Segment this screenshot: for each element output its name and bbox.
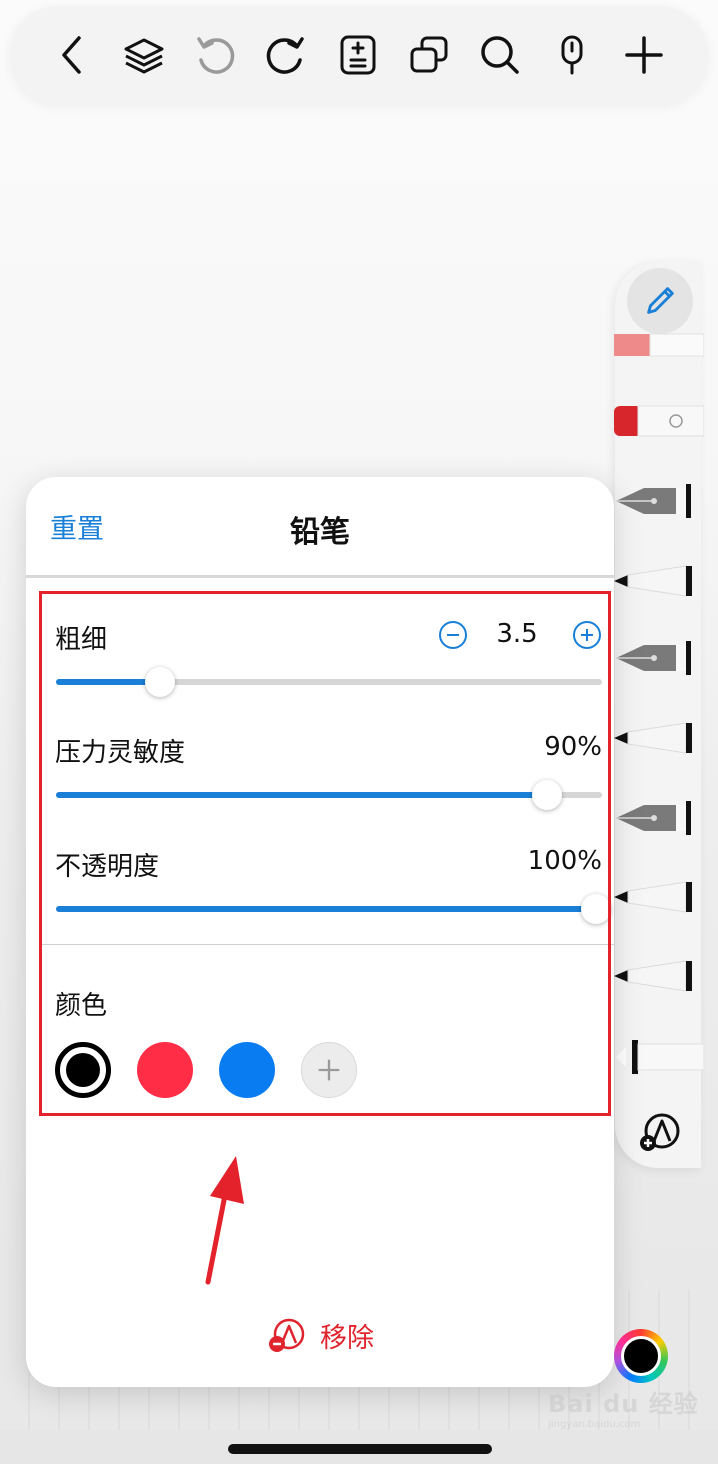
plus-icon <box>625 36 663 74</box>
microphone-icon <box>561 35 583 75</box>
top-toolbar <box>10 6 708 104</box>
redo-button[interactable] <box>253 22 319 88</box>
panel-header: 重置 铅笔 <box>26 477 614 578</box>
undo-button[interactable] <box>182 22 248 88</box>
fountain-pen-tool-1[interactable] <box>614 480 704 522</box>
eraser-tool[interactable] <box>614 400 705 442</box>
watermark: Bai du 经验 jingyan.baidu.com <box>548 1390 699 1430</box>
remove-tool-icon <box>269 1318 305 1352</box>
pencil-tool-selected[interactable] <box>627 268 693 334</box>
eraser-icon <box>614 405 705 437</box>
pencil-icon <box>616 1040 705 1074</box>
back-button[interactable] <box>40 22 106 88</box>
ballpoint-pen-tool-3[interactable] <box>614 876 704 918</box>
add-tool-button[interactable] <box>633 1106 685 1158</box>
ballpoint-pen-tool-4[interactable] <box>614 955 704 997</box>
divider <box>26 575 614 578</box>
ballpoint-pen-icon <box>614 565 692 597</box>
ballpoint-pen-tool-2[interactable] <box>614 717 704 759</box>
fountain-pen-tool-3[interactable] <box>614 797 704 839</box>
layers-icon <box>124 38 164 74</box>
highlighter-tool[interactable] <box>614 326 705 368</box>
redo-icon <box>266 37 304 74</box>
search-button[interactable] <box>467 22 533 88</box>
remove-label: 移除 <box>320 1322 374 1354</box>
pencil-icon <box>647 287 674 314</box>
layers-button[interactable] <box>111 22 177 88</box>
add-button[interactable] <box>611 22 677 88</box>
highlighter-icon <box>614 333 705 357</box>
fountain-pen-icon <box>616 641 691 675</box>
ballpoint-pen-tool-1[interactable] <box>614 560 704 602</box>
page-add-icon <box>340 35 376 75</box>
color-picker-button[interactable] <box>614 1329 668 1383</box>
add-page-button[interactable] <box>325 22 391 88</box>
annotation-highlight-box <box>39 591 611 1116</box>
fountain-pen-icon <box>616 801 691 835</box>
current-color <box>621 1336 661 1376</box>
remove-button[interactable]: 移除 <box>26 1315 614 1355</box>
fountain-pen-icon <box>616 484 691 518</box>
ballpoint-pen-icon <box>614 960 692 992</box>
undo-icon <box>197 37 235 74</box>
duplicate-button[interactable] <box>396 22 462 88</box>
search-icon <box>481 36 519 74</box>
add-tool-icon <box>640 1113 680 1151</box>
ballpoint-pen-icon <box>614 881 692 913</box>
copy-pages-icon <box>410 36 448 73</box>
home-indicator <box>228 1444 492 1454</box>
chevron-left-icon <box>62 36 81 74</box>
fountain-pen-tool-2[interactable] <box>614 637 704 679</box>
microphone-button[interactable] <box>539 22 605 88</box>
ballpoint-pen-icon <box>614 722 692 754</box>
annotation-arrow-icon <box>205 1156 244 1285</box>
panel-title: 铅笔 <box>290 515 350 550</box>
pencil-tool[interactable] <box>614 1036 705 1078</box>
tool-rail <box>615 262 701 1168</box>
